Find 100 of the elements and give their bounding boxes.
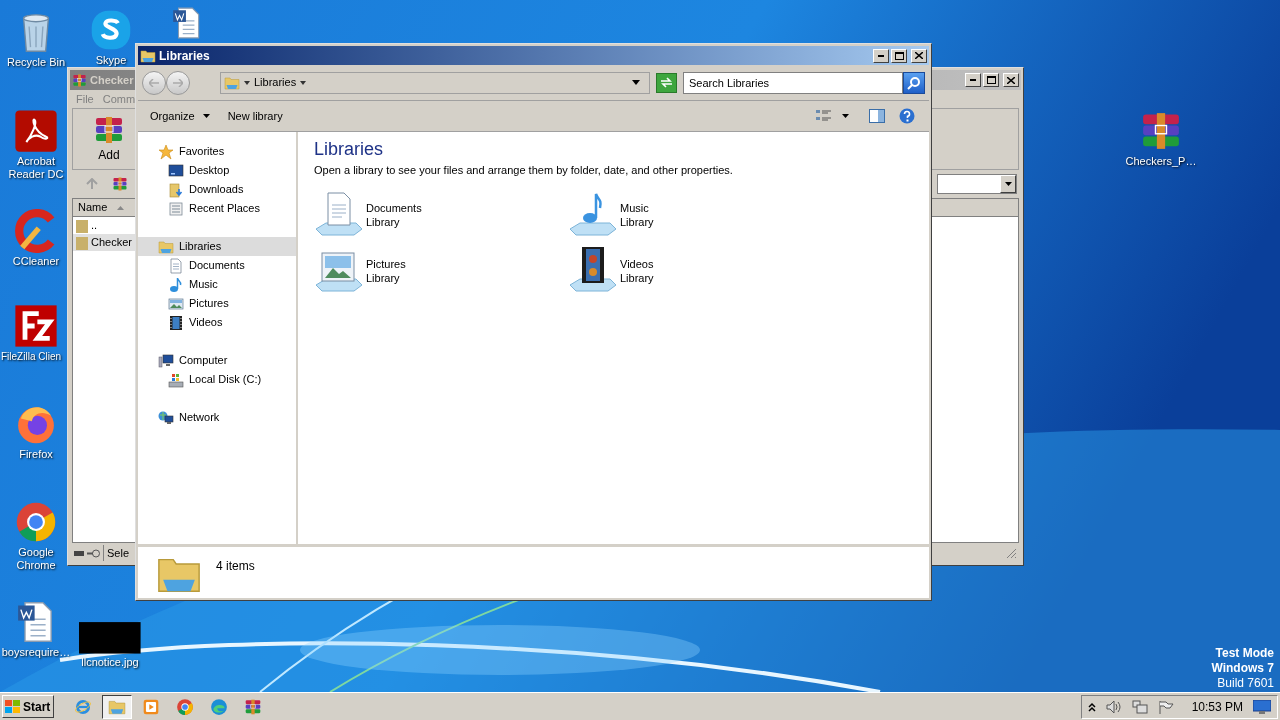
system-notice-text: Build 7601 xyxy=(1217,676,1274,691)
caret-icon xyxy=(244,80,250,85)
nav-item[interactable]: Local Disk (C:) xyxy=(138,370,296,389)
icon-label: Skype xyxy=(95,54,127,67)
nav-item[interactable]: Network xyxy=(138,408,296,427)
library-item[interactable]: Pictures Library xyxy=(314,246,568,295)
library-folder-icon xyxy=(158,238,174,255)
library-item[interactable]: Music Library xyxy=(568,190,822,239)
minimize-icon xyxy=(878,54,884,57)
page-description: Open a library to see your files and arrange them by folder, date, and other properties. xyxy=(314,163,734,178)
caret-icon[interactable] xyxy=(842,114,849,118)
sort-arrow-icon xyxy=(117,205,125,210)
acrobat-icon[interactable] xyxy=(14,109,58,153)
icon-label: Acrobat Reader DC xyxy=(7,155,65,181)
icon-label: CCleaner xyxy=(12,255,60,268)
computer-icon xyxy=(158,352,174,369)
maximize-icon xyxy=(986,76,996,84)
windows-logo-icon xyxy=(5,699,21,714)
media-player-icon xyxy=(142,697,160,716)
nav-item[interactable]: Favorites xyxy=(138,142,296,161)
recent-places-icon xyxy=(168,200,184,217)
toolbar-button[interactable]: Organize xyxy=(146,107,214,125)
caret-icon xyxy=(300,80,307,85)
chrome-icon[interactable] xyxy=(14,500,58,544)
library-item[interactable]: Documents Library xyxy=(314,190,568,239)
browser-e-icon xyxy=(74,697,92,716)
icon-label: llcnotice.jpg xyxy=(81,656,139,669)
system-notice-text: Test Mode xyxy=(1215,646,1274,661)
window-title: Checker xyxy=(90,72,134,88)
picture-frame-icon xyxy=(168,295,184,312)
star-icon xyxy=(158,143,174,160)
file-row[interactable]: Checker xyxy=(73,234,135,251)
icon-label: Firefox xyxy=(19,448,53,461)
refresh-button[interactable] xyxy=(656,72,677,93)
caret-icon xyxy=(1004,182,1012,186)
icon-label: Google Chrome xyxy=(15,546,57,572)
chevron-up-icon[interactable] xyxy=(1087,701,1096,712)
search-field[interactable]: Search Libraries xyxy=(683,71,903,94)
toolbar-button[interactable]: Add xyxy=(93,114,125,164)
nav-item[interactable]: Computer xyxy=(138,351,296,370)
archive-icon xyxy=(93,114,125,146)
chrome-icon xyxy=(176,697,194,716)
nav-item[interactable]: Desktop xyxy=(138,161,296,180)
preview-pane-icon[interactable] xyxy=(869,109,885,123)
edge-icon xyxy=(210,697,228,716)
image-thumbnail-icon[interactable] xyxy=(79,622,141,654)
key-icon xyxy=(87,548,100,558)
library-folder-icon xyxy=(224,74,240,91)
download-folder-icon xyxy=(168,181,184,198)
toolbar-button[interactable]: New library xyxy=(223,107,287,125)
nav-item[interactable]: Libraries xyxy=(138,237,296,256)
close-button[interactable] xyxy=(1003,73,1019,87)
music-note-icon xyxy=(168,276,184,293)
minimize-button[interactable] xyxy=(873,48,889,63)
back-arrow-icon xyxy=(149,78,159,87)
library-name: Music xyxy=(620,200,650,215)
library-type: Library xyxy=(366,270,401,285)
archive-icon xyxy=(244,697,262,716)
nav-item[interactable]: Music xyxy=(138,275,296,294)
document-icon xyxy=(168,257,184,274)
maximize-button[interactable] xyxy=(891,48,907,63)
page-heading: Libraries xyxy=(314,138,385,160)
resize-grip-icon xyxy=(1005,547,1017,559)
flag-icon[interactable] xyxy=(1157,699,1174,714)
caret-icon xyxy=(202,114,210,118)
nav-item[interactable]: Videos xyxy=(138,313,296,332)
nav-item[interactable]: Documents xyxy=(138,256,296,275)
library-item[interactable]: Videos Library xyxy=(568,246,822,295)
help-icon[interactable] xyxy=(899,108,915,124)
address-bar[interactable]: Libraries xyxy=(220,71,650,94)
library-type: Library xyxy=(366,214,401,229)
forward-arrow-icon xyxy=(173,78,183,87)
nav-item[interactable]: Recent Places xyxy=(138,199,296,218)
icon-label: Recycle Bin xyxy=(6,56,66,69)
search-button[interactable] xyxy=(903,71,925,94)
library-name: Videos xyxy=(620,256,654,271)
network-icon[interactable] xyxy=(1131,699,1148,714)
maximize-button[interactable] xyxy=(983,73,999,87)
window-title: Libraries xyxy=(159,47,210,65)
network-icon xyxy=(158,409,174,426)
library-name: Pictures xyxy=(366,256,406,271)
clock: 10:53 PM xyxy=(1191,698,1243,716)
minimize-button[interactable] xyxy=(965,73,981,87)
nav-item[interactable]: Downloads xyxy=(138,180,296,199)
dropdown-button[interactable] xyxy=(1000,175,1016,193)
taskbar-button[interactable] xyxy=(102,694,132,719)
start-button[interactable]: Start xyxy=(2,695,54,718)
close-button[interactable] xyxy=(911,48,927,63)
speaker-icon[interactable] xyxy=(1105,699,1122,714)
item-count: 4 items xyxy=(216,558,255,575)
show-desktop-icon[interactable] xyxy=(1253,699,1271,714)
file-row[interactable]: .. xyxy=(73,217,135,234)
nav-item[interactable]: Pictures xyxy=(138,294,296,313)
file-name: .. xyxy=(91,218,98,234)
library-folder-icon xyxy=(140,47,156,64)
folder-icon xyxy=(76,235,88,250)
video-library-icon[interactable] xyxy=(568,246,618,295)
filezilla-icon[interactable] xyxy=(14,304,58,348)
close-icon xyxy=(1007,76,1015,84)
path-combobox[interactable] xyxy=(937,174,1017,194)
